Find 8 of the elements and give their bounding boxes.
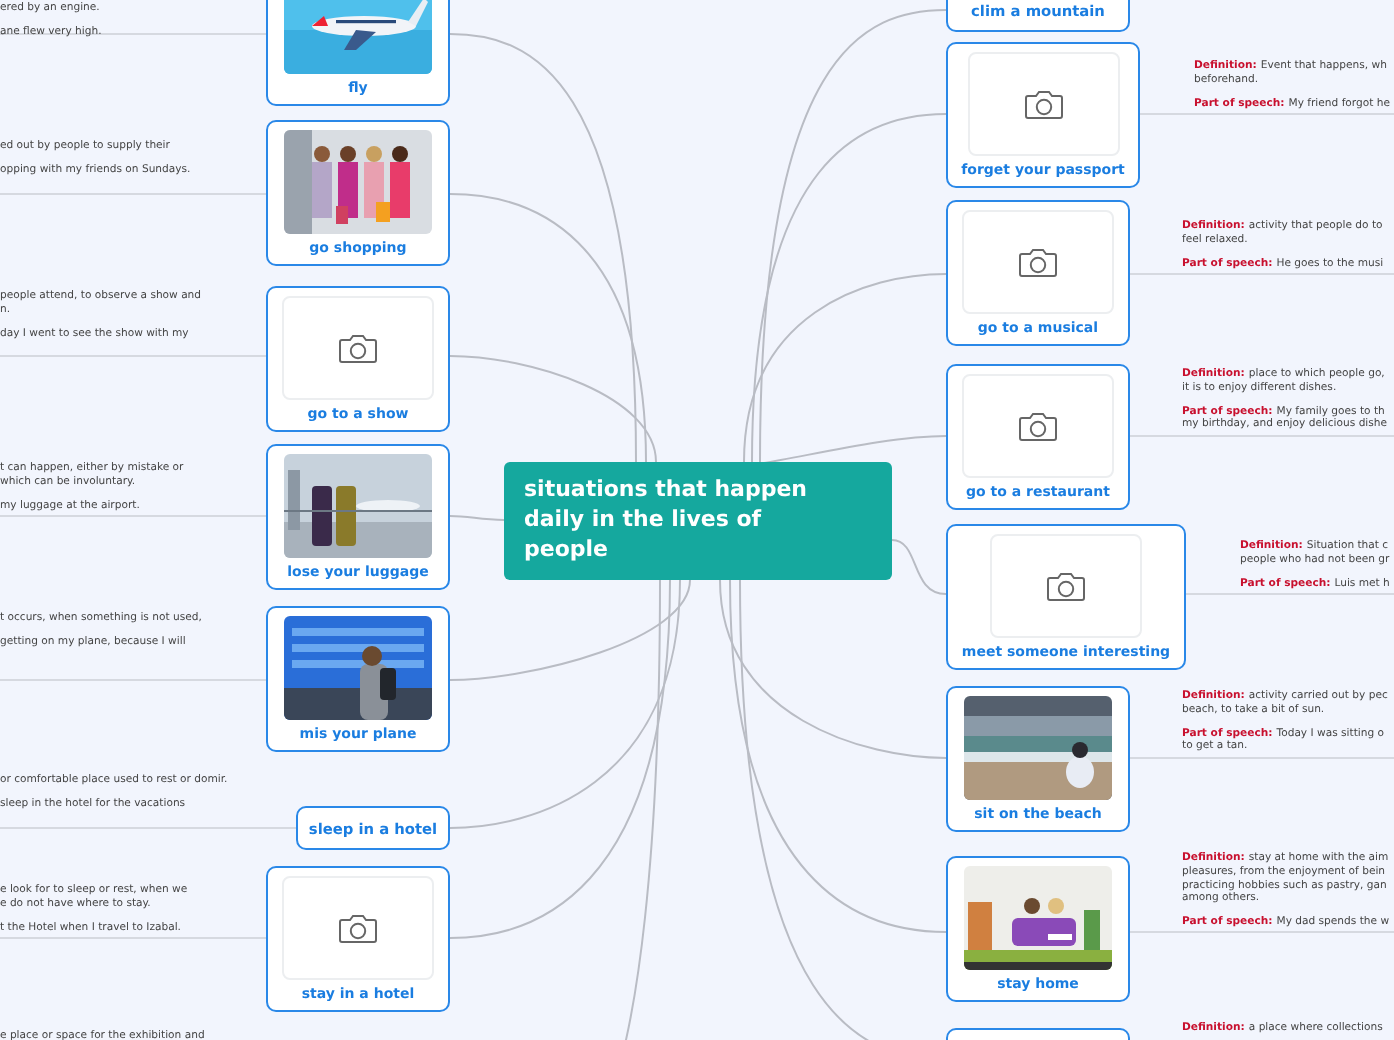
camera-icon xyxy=(1046,570,1086,602)
connector-line xyxy=(449,515,505,521)
camera-icon xyxy=(1023,88,1063,120)
camera-icon xyxy=(1018,410,1058,442)
camera-icon xyxy=(1018,246,1058,278)
camera-icon xyxy=(338,332,378,364)
camera-icon xyxy=(338,912,378,944)
central-topic[interactable]: situations that happen daily in the lives of people xyxy=(504,462,892,580)
